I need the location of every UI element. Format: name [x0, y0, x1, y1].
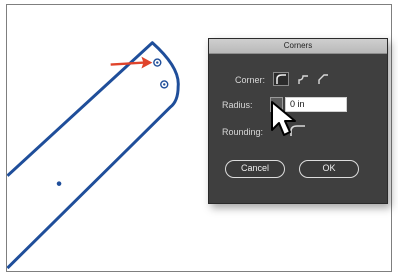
- dialog-title: Corners: [209, 39, 387, 54]
- ok-button[interactable]: OK: [299, 160, 359, 178]
- radius-label: Radius:: [222, 100, 253, 110]
- rounding-label: Rounding:: [222, 127, 264, 137]
- round-corner-option[interactable]: [273, 72, 289, 86]
- corner-widget-center-dot: [163, 83, 166, 86]
- pointer-cursor-icon: [271, 101, 296, 136]
- inverted-round-corner-option[interactable]: [295, 72, 311, 86]
- chamfer-corner-option[interactable]: [315, 72, 331, 86]
- rotated-rectangle-shape[interactable]: [7, 41, 180, 270]
- corner-label: Corner:: [235, 75, 266, 85]
- corner-type-options: [273, 72, 335, 86]
- center-point: [56, 181, 62, 186]
- corner-widget-center-dot: [156, 61, 159, 64]
- cancel-button[interactable]: Cancel: [225, 160, 285, 178]
- callout-arrow: [110, 56, 153, 69]
